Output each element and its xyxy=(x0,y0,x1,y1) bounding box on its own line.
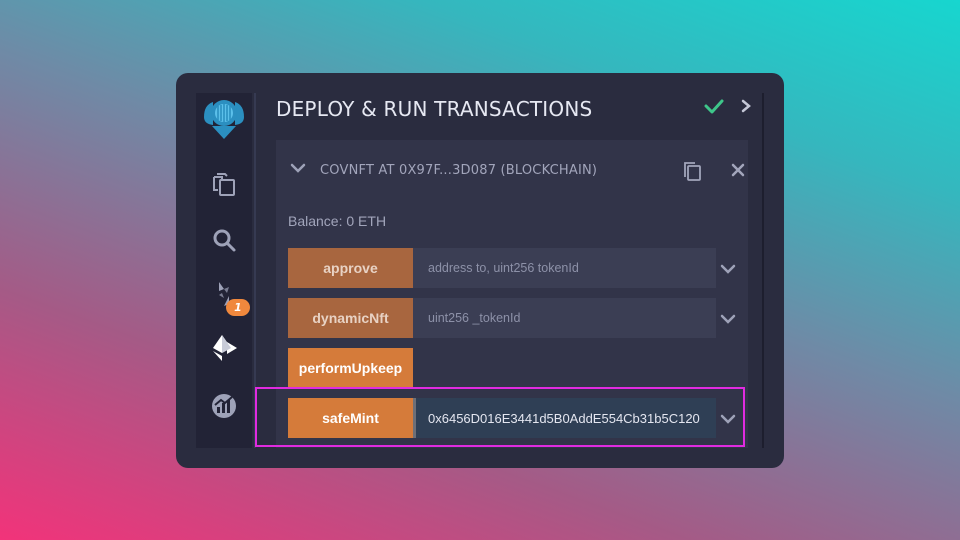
chevron-right-icon[interactable] xyxy=(740,99,752,118)
scrollbar[interactable] xyxy=(762,93,764,448)
analytics-icon[interactable] xyxy=(196,386,252,426)
deployed-contract-card: COVNFT AT 0X97F...3D087 (BLOCKCHAIN) Bal… xyxy=(276,140,748,448)
compiler-badge: 1 xyxy=(226,299,250,316)
function-row-dynamicnft: dynamicNft xyxy=(288,298,748,338)
remix-logo-icon[interactable] xyxy=(196,95,252,143)
approve-input[interactable] xyxy=(413,248,716,288)
performupkeep-button[interactable]: performUpkeep xyxy=(288,348,413,388)
safemint-input[interactable] xyxy=(413,398,716,438)
icon-sidebar xyxy=(196,93,252,448)
function-row-safemint: safeMint xyxy=(288,398,748,438)
chevron-down-icon[interactable] xyxy=(720,412,736,430)
chevron-down-icon[interactable] xyxy=(290,161,306,180)
chevron-down-icon[interactable] xyxy=(720,312,736,330)
function-row-approve: approve xyxy=(288,248,748,288)
approve-button[interactable]: approve xyxy=(288,248,413,288)
panel-title: DEPLOY & RUN TRANSACTIONS xyxy=(276,97,593,121)
search-icon[interactable] xyxy=(196,220,252,260)
safemint-button[interactable]: safeMint xyxy=(288,398,413,438)
remix-window: 1 DEPLOY & RUN TRANSACTIONS COVNFT AT 0X… xyxy=(176,73,784,468)
copy-icon[interactable] xyxy=(682,160,702,187)
function-row-performupkeep: performUpkeep xyxy=(288,348,748,388)
dynamicnft-button[interactable]: dynamicNft xyxy=(288,298,413,338)
file-explorer-icon[interactable] xyxy=(196,164,252,204)
contract-title: COVNFT AT 0X97F...3D087 (BLOCKCHAIN) xyxy=(320,163,598,178)
close-icon[interactable] xyxy=(731,163,745,182)
balance-label: Balance: 0 ETH xyxy=(288,213,387,229)
deploy-run-icon[interactable] xyxy=(196,328,252,368)
dynamicnft-input[interactable] xyxy=(413,298,716,338)
check-icon xyxy=(704,96,724,121)
chevron-down-icon[interactable] xyxy=(720,262,736,280)
deploy-run-panel: DEPLOY & RUN TRANSACTIONS COVNFT AT 0X97… xyxy=(256,93,764,448)
